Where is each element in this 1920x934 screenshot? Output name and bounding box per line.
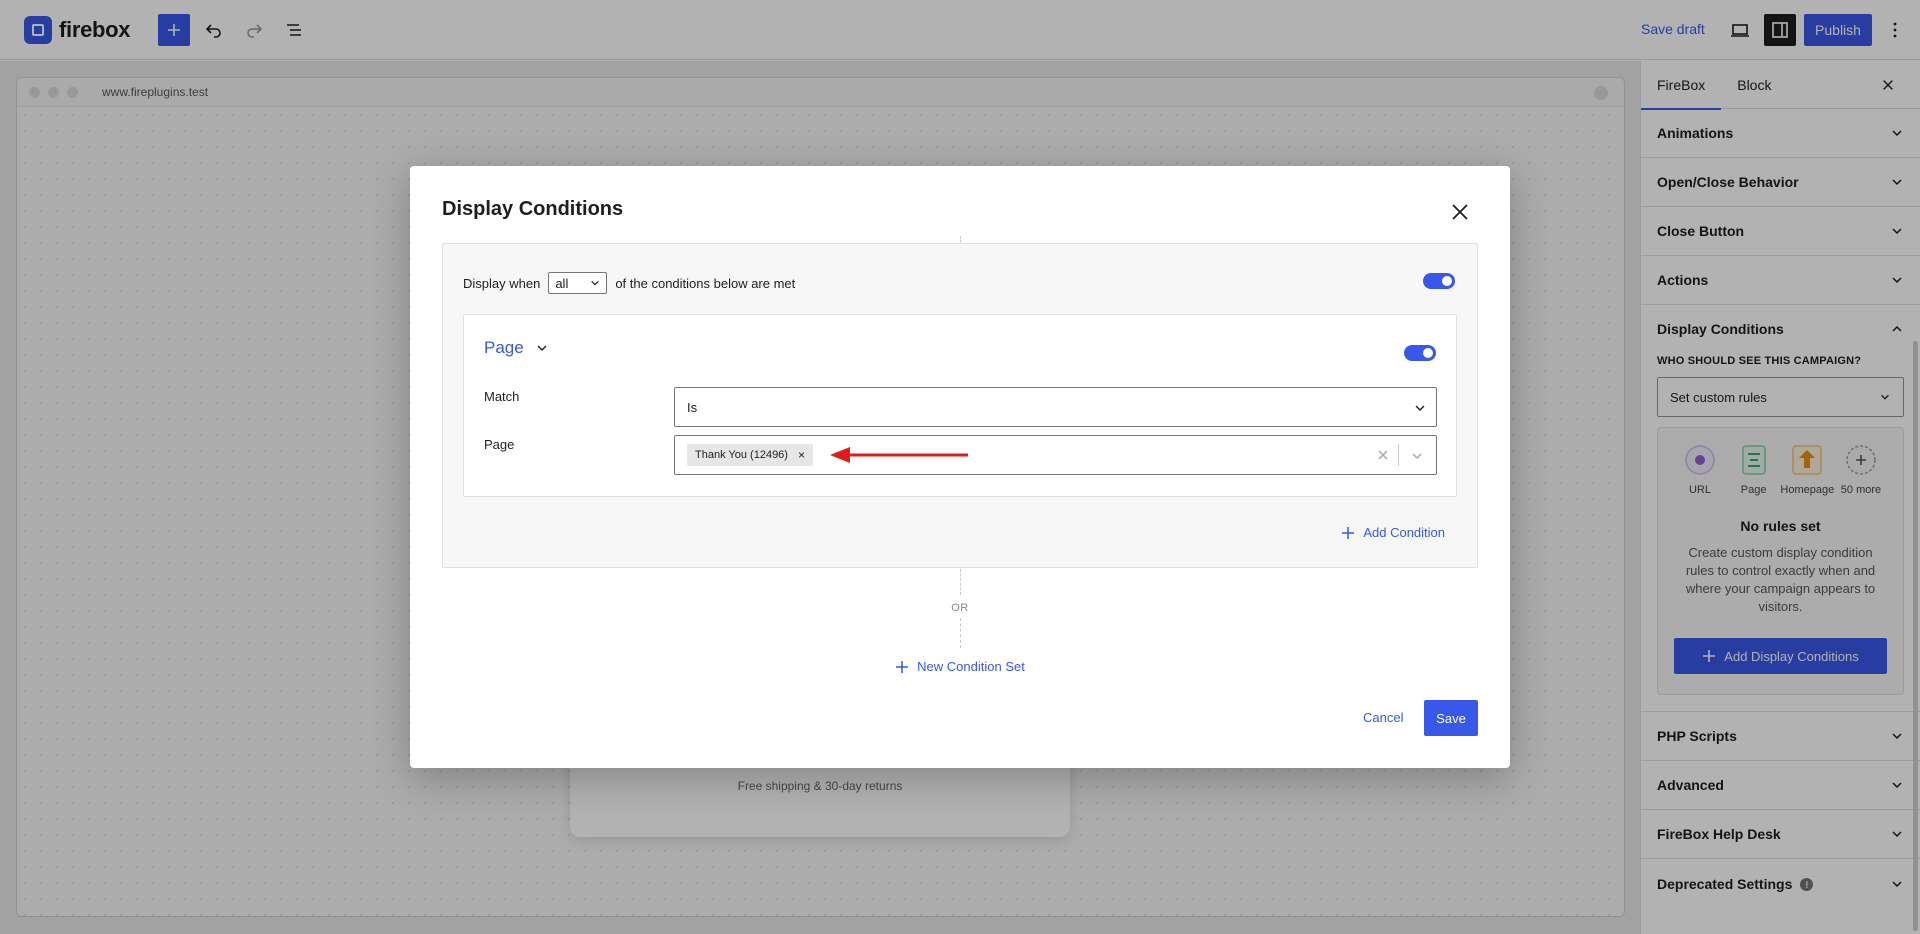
modal-title: Display Conditions [442, 198, 624, 220]
modal-close-button[interactable] [1448, 200, 1472, 224]
match-select-value: Is [687, 400, 698, 415]
chevron-down-icon[interactable] [1410, 449, 1424, 463]
display-conditions-modal: Display Conditions Display when all of t… [410, 166, 1510, 768]
remove-tag-icon[interactable]: × [798, 448, 805, 462]
condition-card: Page Match Is Page Thank You (12496) × [463, 314, 1457, 497]
match-all-select[interactable]: all [548, 272, 608, 294]
new-condition-set-label: New Condition Set [917, 659, 1025, 674]
new-condition-set-button[interactable]: New Condition Set [410, 659, 1510, 674]
match-all-value: all [555, 275, 569, 291]
display-when-prefix: Display when [463, 275, 541, 291]
connector-line [960, 569, 961, 595]
condition-toggle[interactable] [1404, 345, 1436, 361]
condition-type-label: Page [484, 338, 524, 357]
or-separator: OR [951, 602, 969, 614]
chevron-down-icon [591, 280, 600, 286]
chevron-down-icon [1415, 405, 1425, 411]
plus-icon [1342, 526, 1355, 539]
cancel-button[interactable]: Cancel [1363, 710, 1403, 725]
page-label: Page [484, 437, 515, 452]
connector-line [960, 618, 961, 648]
plus-icon [896, 660, 909, 673]
selected-page-tag: Thank You (12496) × [687, 444, 813, 466]
selected-page-label: Thank You (12496) [695, 449, 788, 461]
chevron-down-icon [537, 345, 547, 351]
display-when-row: Display when all of the conditions below… [463, 272, 795, 294]
match-label: Match [484, 389, 520, 404]
condition-set-toggle[interactable] [1423, 273, 1455, 289]
condition-set: Display when all of the conditions below… [442, 243, 1478, 568]
annotation-arrow-icon [830, 447, 968, 463]
add-condition-label: Add Condition [1363, 525, 1445, 540]
match-select[interactable]: Is [674, 387, 1437, 427]
display-when-suffix: of the conditions below are met [615, 275, 796, 291]
add-condition-button[interactable]: Add Condition [1341, 525, 1445, 540]
condition-type-selector[interactable]: Page [484, 338, 548, 358]
select-separator [1398, 444, 1399, 466]
save-button[interactable]: Save [1424, 700, 1478, 736]
close-icon [1452, 204, 1468, 220]
